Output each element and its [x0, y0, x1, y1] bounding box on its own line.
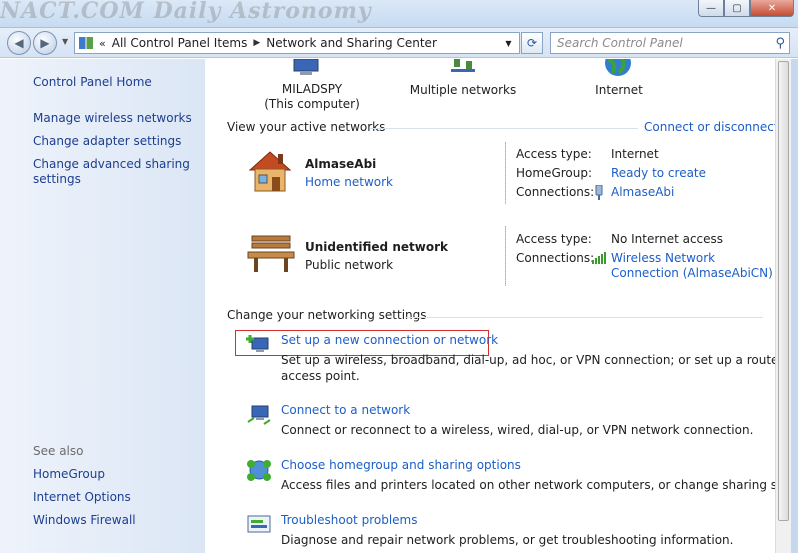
- homegroup-ready-link[interactable]: Ready to create: [611, 166, 706, 180]
- address-bar[interactable]: « All Control Panel Items ▶ Network and …: [74, 32, 516, 54]
- search-box[interactable]: Search Control Panel ⚲: [550, 32, 790, 54]
- wireless-connection-line1[interactable]: Wireless Network: [611, 251, 773, 266]
- vertical-scrollbar[interactable]: [775, 59, 791, 553]
- troubleshoot-icon[interactable]: [246, 514, 272, 536]
- sidebar-manage-wireless[interactable]: Manage wireless networks: [33, 111, 193, 126]
- address-toolbar: ◀ ▶ ▼ « All Control Panel Items ▶ Networ…: [0, 28, 798, 58]
- search-input[interactable]: Search Control Panel: [557, 36, 683, 50]
- back-button[interactable]: ◀: [7, 31, 31, 55]
- multiple-networks-label[interactable]: Multiple networks: [408, 83, 518, 98]
- watermark-text: NACT.COM Daily Astronomy: [0, 0, 372, 24]
- see-also-internet-options[interactable]: Internet Options: [33, 490, 193, 505]
- access-type-label: Access type:: [516, 147, 592, 161]
- wireless-connection-line2[interactable]: Connection (AlmaseAbiCN): [611, 266, 773, 281]
- computer-name[interactable]: MILADSPY: [258, 82, 366, 97]
- access-type-label-2: Access type:: [516, 232, 592, 246]
- forward-button[interactable]: ▶: [33, 31, 57, 55]
- home-network-icon[interactable]: [246, 150, 294, 194]
- sidebar: Control Panel Home Manage wireless netwo…: [0, 59, 205, 553]
- breadcrumb-chevron-icon[interactable]: «: [99, 37, 106, 50]
- refresh-button[interactable]: ⟳: [521, 32, 543, 54]
- close-button[interactable]: ✕: [750, 0, 794, 17]
- network-details-divider-2: [505, 226, 506, 286]
- home-network-link[interactable]: Home network: [305, 175, 393, 189]
- public-network-label: Public network: [305, 258, 394, 272]
- internet-label[interactable]: Internet: [588, 83, 650, 98]
- public-network-bench-icon[interactable]: [246, 234, 296, 274]
- settings-divider: [405, 317, 763, 318]
- task-connect-desc: Connect or reconnect to a wireless, wire…: [281, 423, 754, 437]
- back-arrow-icon: ◀: [14, 36, 24, 50]
- network-details-divider: [505, 142, 506, 204]
- wired-connection-icon: [595, 185, 603, 200]
- task-homegroup-link[interactable]: Choose homegroup and sharing options: [281, 458, 521, 472]
- window-frame-edge: [791, 59, 798, 553]
- internet-globe-icon[interactable]: [603, 59, 633, 77]
- computer-name-block: MILADSPY (This computer): [258, 82, 366, 112]
- connect-disconnect-link[interactable]: Connect or disconnect: [644, 120, 779, 134]
- breadcrumb-all-items[interactable]: All Control Panel Items: [112, 36, 248, 50]
- scrollbar-thumb[interactable]: [778, 61, 789, 521]
- task-setup-desc-line2: access point.: [281, 369, 360, 383]
- section-divider: [370, 128, 638, 129]
- sidebar-change-adapter[interactable]: Change adapter settings: [33, 134, 193, 149]
- forward-arrow-icon: ▶: [40, 36, 50, 50]
- homegroup-label: HomeGroup:: [516, 166, 593, 180]
- task-setup-connection-link[interactable]: Set up a new connection or network: [281, 333, 498, 347]
- wireless-connection-link[interactable]: Wireless Network Connection (AlmaseAbiCN…: [611, 251, 773, 281]
- homegroup-sharing-icon[interactable]: [246, 459, 272, 481]
- maximize-button[interactable]: ▢: [724, 0, 750, 17]
- see-also-homegroup[interactable]: HomeGroup: [33, 467, 193, 482]
- address-dropdown-button[interactable]: ▼: [498, 32, 520, 54]
- wireless-signal-icon: [592, 252, 606, 264]
- see-also-windows-firewall[interactable]: Windows Firewall: [33, 513, 193, 528]
- title-bar: NACT.COM Daily Astronomy — ▢ ✕: [0, 0, 798, 28]
- task-setup-desc-line1: Set up a wireless, broadband, dial-up, a…: [281, 353, 798, 367]
- task-homegroup-desc: Access files and printers located on oth…: [281, 478, 798, 492]
- multiple-networks-icon[interactable]: [448, 59, 478, 77]
- connections-label-2: Connections:: [516, 251, 595, 265]
- computer-sub-label: (This computer): [264, 97, 360, 111]
- task-troubleshoot-desc: Diagnose and repair network problems, or…: [281, 533, 734, 547]
- sidebar-advanced-sharing[interactable]: Change advanced sharing settings: [33, 157, 193, 187]
- control-panel-icon: [79, 37, 93, 49]
- settings-heading: Change your networking settings: [227, 308, 427, 322]
- computer-icon[interactable]: [290, 59, 322, 77]
- network-name-unidentified: Unidentified network: [305, 240, 448, 254]
- recent-pages-dropdown[interactable]: ▼: [62, 37, 68, 46]
- sidebar-control-panel-home[interactable]: Control Panel Home: [33, 75, 193, 90]
- connect-network-icon[interactable]: [246, 404, 272, 426]
- network-name-almaseabi: AlmaseAbi: [305, 157, 377, 171]
- access-type-value: Internet: [611, 147, 659, 161]
- see-also-label: See also: [33, 444, 84, 458]
- active-networks-heading: View your active networks: [227, 120, 386, 134]
- connection-almaseabi-link[interactable]: AlmaseAbi: [611, 185, 674, 199]
- task-troubleshoot-link[interactable]: Troubleshoot problems: [281, 513, 417, 527]
- refresh-icon: ⟳: [526, 36, 538, 50]
- task-connect-network-link[interactable]: Connect to a network: [281, 403, 410, 417]
- minimize-button[interactable]: —: [698, 0, 724, 17]
- access-type-value-2: No Internet access: [611, 232, 724, 246]
- breadcrumb-network-center[interactable]: Network and Sharing Center: [266, 36, 437, 50]
- window-controls: — ▢ ✕: [698, 0, 794, 17]
- breadcrumb-separator-icon[interactable]: ▶: [253, 38, 260, 48]
- search-icon[interactable]: ⚲: [775, 36, 785, 51]
- new-connection-icon[interactable]: [246, 333, 272, 355]
- connections-label: Connections:: [516, 185, 595, 199]
